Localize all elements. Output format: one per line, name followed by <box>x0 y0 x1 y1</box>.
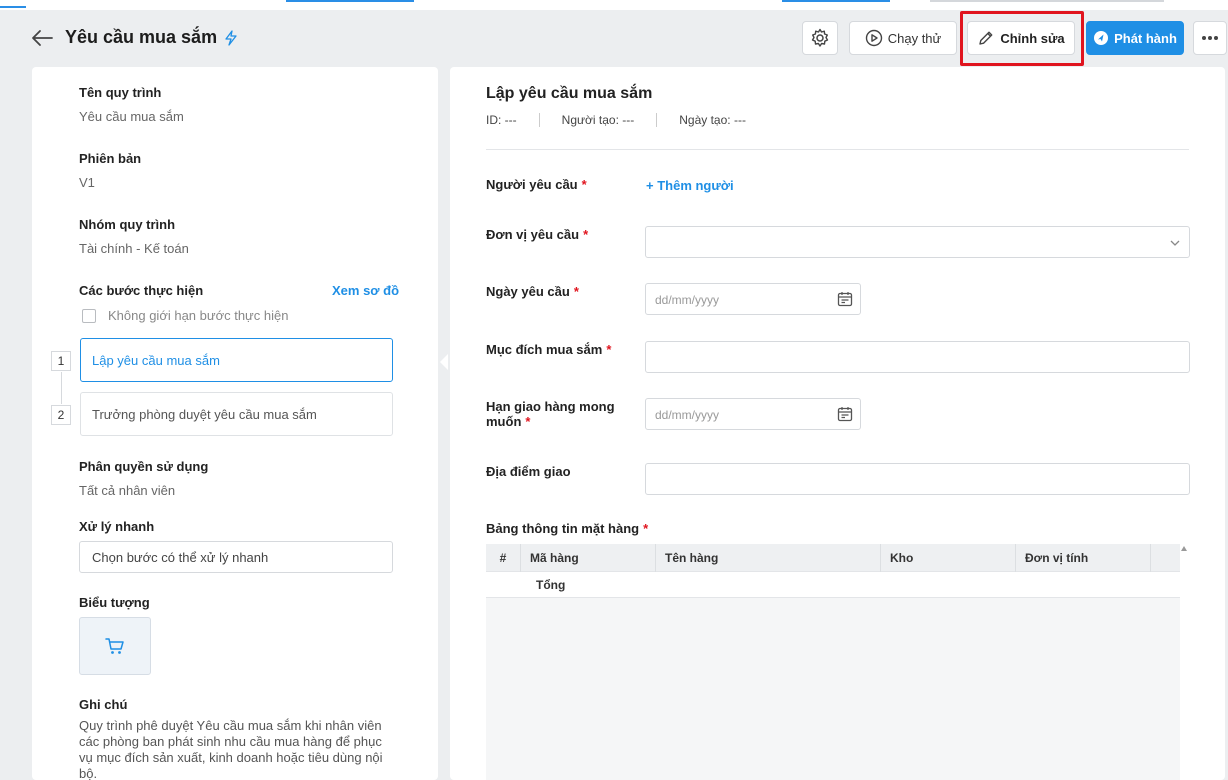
step-card-2[interactable]: Trưởng phòng duyệt yêu cầu mua sắm <box>80 392 393 436</box>
highlight-box <box>960 11 1084 66</box>
total-label: Tổng <box>536 578 566 592</box>
quick-process-value: Chọn bước có thể xử lý nhanh <box>92 549 269 565</box>
page-title: Yêu cầu mua sắm <box>65 27 218 47</box>
run-test-button[interactable]: Chạy thử <box>849 21 957 55</box>
icon-label: Biểu tượng <box>79 595 150 610</box>
permission-label: Phân quyền sử dụng <box>79 459 209 474</box>
bolt-icon <box>225 30 237 46</box>
unit-label: Đơn vị yêu cầu * <box>486 227 589 242</box>
col-warehouse: Kho <box>881 544 1016 572</box>
requester-label: Người yêu cầu * <box>486 177 587 192</box>
unit-select[interactable] <box>645 226 1190 258</box>
divider <box>486 149 1189 150</box>
deadline-date-input[interactable]: dd/mm/yyyy <box>645 398 861 430</box>
table-header: # Mã hàng Tên hàng Kho Đơn vị tính <box>486 544 1180 572</box>
process-info-panel: Tên quy trình Yêu cầu mua sắm Phiên bản … <box>32 67 438 780</box>
quick-process-select[interactable]: Chọn bước có thể xử lý nhanh <box>79 541 393 573</box>
purpose-label: Mục đích mua sắm * <box>486 342 612 357</box>
steps-label: Các bước thực hiện <box>79 283 204 298</box>
step-number-1: 1 <box>51 351 71 371</box>
quick-process-label: Xử lý nhanh <box>79 519 155 534</box>
publish-label: Phát hành <box>1114 30 1177 46</box>
request-date-label: Ngày yêu cầu * <box>486 284 579 299</box>
calendar-icon <box>837 407 853 422</box>
form-creator: Người tạo: --- <box>561 113 635 127</box>
more-icon <box>1202 36 1218 40</box>
checkbox-box[interactable] <box>82 308 96 323</box>
note-value: Quy trình phê duyệt Yêu cầu mua sắm khi … <box>79 718 383 780</box>
col-item-code: Mã hàng <box>521 544 656 572</box>
form-meta: ID: --- Người tạo: --- Ngày tạo: --- <box>486 113 746 127</box>
permission-value: Tất cả nhân viên <box>79 483 176 498</box>
col-unit: Đơn vị tính <box>1016 544 1151 572</box>
scroll-up-arrow-icon[interactable] <box>1181 546 1187 551</box>
no-limit-checkbox[interactable]: Không giới hạn bước thực hiện <box>82 308 288 323</box>
total-row: Tổng <box>486 572 1180 598</box>
date-placeholder: dd/mm/yyyy <box>655 293 720 307</box>
publish-button[interactable]: Phát hành <box>1086 21 1184 55</box>
top-tab-strip <box>0 0 1228 10</box>
view-diagram-link[interactable]: Xem sơ đồ <box>332 283 399 298</box>
delivery-location-input[interactable] <box>645 463 1190 495</box>
version-value: V1 <box>79 175 95 190</box>
settings-button[interactable] <box>802 21 838 55</box>
items-table: # Mã hàng Tên hàng Kho Đơn vị tính Tổng <box>486 544 1180 780</box>
note-label: Ghi chú <box>79 697 128 712</box>
run-test-label: Chạy thử <box>887 30 942 46</box>
form-title: Lập yêu cầu mua sắm <box>486 85 653 102</box>
col-index: # <box>486 544 521 572</box>
col-item-name: Tên hàng <box>656 544 881 572</box>
step-connector <box>61 372 62 404</box>
icon-picker[interactable] <box>79 617 151 675</box>
step-number-2: 2 <box>51 405 71 425</box>
date-placeholder: dd/mm/yyyy <box>655 408 720 422</box>
form-preview-panel: Lập yêu cầu mua sắm ID: --- Người tạo: -… <box>450 67 1225 780</box>
col-extra <box>1151 544 1180 572</box>
delivery-location-label: Địa điểm giao <box>486 464 571 479</box>
back-arrow-icon[interactable] <box>30 28 54 48</box>
version-label: Phiên bản <box>79 151 142 166</box>
purpose-input[interactable] <box>645 341 1190 373</box>
more-button[interactable] <box>1193 21 1227 55</box>
no-limit-label: Không giới hạn bước thực hiện <box>108 308 289 323</box>
calendar-icon <box>837 292 853 307</box>
process-group-value: Tài chính - Kế toán <box>79 241 189 256</box>
publish-icon <box>1094 31 1109 45</box>
items-table-label: Bảng thông tin mặt hàng * <box>486 521 649 536</box>
process-name-value: Yêu cầu mua sắm <box>79 109 184 124</box>
process-group-label: Nhóm quy trình <box>79 217 176 232</box>
step-label: Trưởng phòng duyệt yêu cầu mua sắm <box>92 406 317 422</box>
form-created-date: Ngày tạo: --- <box>679 113 746 127</box>
form-id: ID: --- <box>486 113 517 127</box>
request-date-input[interactable]: dd/mm/yyyy <box>645 283 861 315</box>
step-label: Lập yêu cầu mua sắm <box>92 352 220 368</box>
process-name-label: Tên quy trình <box>79 85 162 100</box>
add-person-link[interactable]: + Thêm người <box>646 178 734 193</box>
step-pointer <box>440 354 448 370</box>
chevron-down-icon <box>1170 240 1180 246</box>
deadline-label: Hạn giao hàng mong muốn * <box>486 399 615 429</box>
play-icon <box>865 29 882 47</box>
step-card-1[interactable]: Lập yêu cầu mua sắm <box>80 338 393 382</box>
gear-icon <box>811 28 829 47</box>
cart-icon <box>105 638 124 654</box>
